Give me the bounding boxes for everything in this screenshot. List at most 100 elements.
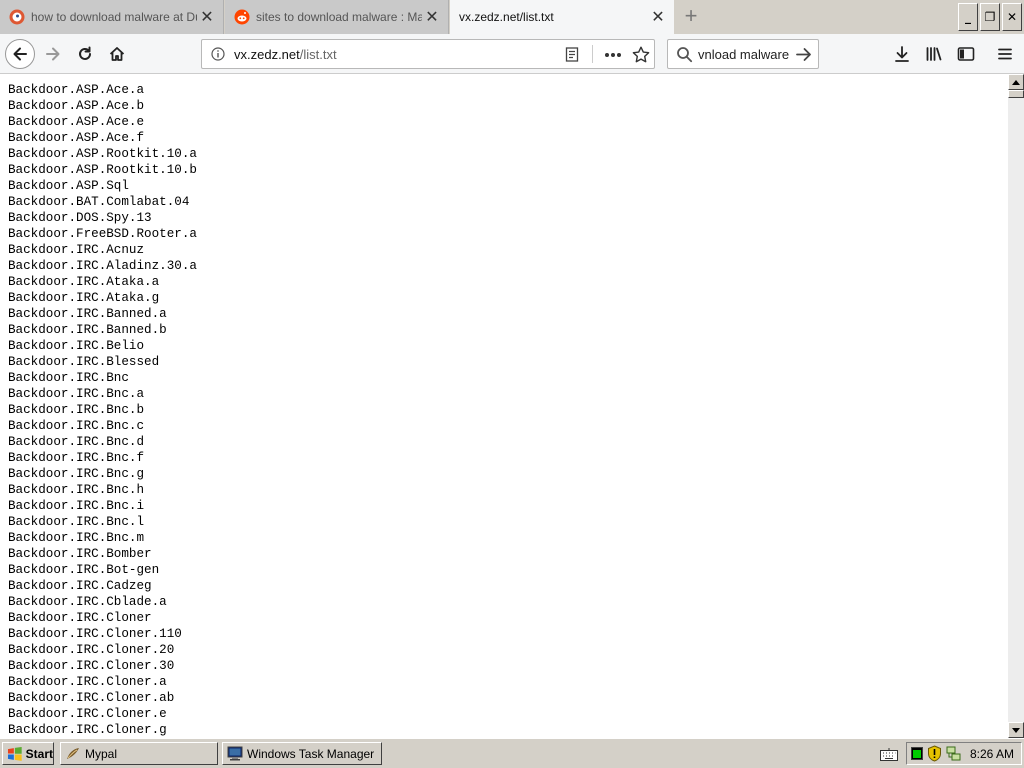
list-line: Backdoor.IRC.Bnc.b	[8, 403, 145, 417]
tab-reddit[interactable]: sites to download malware : Malware ✕	[225, 0, 449, 34]
close-tab-icon[interactable]: ✕	[197, 7, 217, 27]
scroll-down-button[interactable]	[1008, 722, 1024, 738]
search-bar[interactable]: vnload malware	[667, 39, 819, 69]
tab-list-txt[interactable]: vx.zedz.net/list.txt ✕	[450, 0, 674, 34]
task-manager-icon	[227, 746, 243, 761]
list-line: Backdoor.IRC.Cadzeg	[8, 579, 152, 593]
list-line: Backdoor.IRC.Bnc.f	[8, 451, 145, 465]
list-line: Backdoor.IRC.Bnc.c	[8, 419, 145, 433]
library-button[interactable]	[919, 39, 949, 69]
list-line: Backdoor.IRC.Cblade.a	[8, 595, 167, 609]
scroll-up-arrow-icon	[1012, 79, 1020, 85]
list-line: Backdoor.IRC.Cloner	[8, 611, 152, 625]
hamburger-menu-icon	[998, 48, 1012, 60]
downloads-button[interactable]	[887, 39, 917, 69]
page-actions-icon[interactable]	[604, 52, 622, 58]
sidebar-icon	[957, 47, 975, 61]
reload-icon	[79, 46, 91, 60]
reddit-icon	[234, 9, 250, 25]
cpu-meter-icon[interactable]	[911, 747, 923, 760]
security-shield-icon[interactable]	[927, 745, 942, 762]
list-line: Backdoor.ASP.Sql	[8, 179, 129, 193]
list-line: Backdoor.IRC.Bot-gen	[8, 563, 160, 577]
forward-arrow-icon	[46, 47, 60, 61]
restore-button[interactable]: ❐	[980, 3, 1000, 31]
list-line: Backdoor.IRC.Bnc.g	[8, 467, 145, 481]
list-line: Backdoor.IRC.Bnc.m	[8, 531, 145, 545]
scroll-down-arrow-icon	[1012, 727, 1020, 733]
list-line: Backdoor.IRC.Cloner.g	[8, 723, 167, 737]
start-label: Start	[25, 746, 53, 761]
taskbar: Start Mypal Windows Task Manager 8:26 AM	[0, 738, 1024, 768]
scroll-up-button[interactable]	[1008, 74, 1024, 90]
taskbar-item-mypal[interactable]: Mypal	[60, 742, 218, 765]
list-line: Backdoor.FreeBSD.Rooter.a	[8, 227, 197, 241]
list-line: Backdoor.IRC.Acnuz	[8, 243, 145, 257]
download-icon	[895, 46, 909, 62]
text-listing: Backdoor.ASP.Ace.a Backdoor.ASP.Ace.b Back…	[0, 74, 1008, 738]
list-line: Backdoor.IRC.Cloner.e	[8, 707, 167, 721]
url-text: vx.zedz.net/list.txt	[234, 47, 337, 62]
list-line: Backdoor.DOS.Spy.13	[8, 211, 152, 225]
forward-button[interactable]	[38, 39, 68, 69]
tab-title: how to download malware at DuckDuckGo	[31, 10, 197, 24]
list-line: Backdoor.IRC.Cloner.20	[8, 643, 175, 657]
new-tab-button[interactable]: +	[680, 5, 702, 28]
taskbar-item-label: Mypal	[85, 746, 118, 761]
start-button[interactable]: Start	[2, 742, 54, 765]
url-domain: vx.zedz.net	[234, 47, 300, 62]
list-line: Backdoor.ASP.Rootkit.10.a	[8, 147, 197, 161]
search-input[interactable]: vnload malware	[698, 47, 789, 62]
taskbar-item-label: Windows Task Manager	[247, 746, 375, 761]
duckduckgo-icon	[9, 9, 25, 25]
list-line: Backdoor.IRC.Bomber	[8, 547, 152, 561]
list-line: Backdoor.IRC.Blessed	[8, 355, 160, 369]
list-line: Backdoor.IRC.Banned.a	[8, 307, 167, 321]
menu-button[interactable]	[990, 39, 1020, 69]
keyboard-icon[interactable]	[880, 748, 898, 761]
back-arrow-icon	[13, 47, 27, 61]
list-line: Backdoor.ASP.Ace.a	[8, 83, 145, 97]
list-line: Backdoor.IRC.Banned.b	[8, 323, 167, 337]
vertical-scrollbar[interactable]	[1008, 74, 1024, 738]
reload-button[interactable]	[70, 39, 100, 69]
list-line: Backdoor.IRC.Ataka.a	[8, 275, 160, 289]
list-line: Backdoor.IRC.Cloner.ab	[8, 691, 175, 705]
navigation-toolbar: vx.zedz.net/list.txt vnload malware	[0, 34, 1024, 74]
home-icon	[109, 47, 125, 61]
bookmark-star-icon[interactable]	[632, 46, 650, 63]
back-button[interactable]	[5, 39, 35, 69]
close-tab-icon[interactable]: ✕	[648, 7, 668, 27]
list-line: Backdoor.ASP.Rootkit.10.b	[8, 163, 197, 177]
address-bar[interactable]: vx.zedz.net/list.txt	[201, 39, 655, 69]
list-line: Backdoor.IRC.Belio	[8, 339, 145, 353]
list-line: Backdoor.BAT.Comlabat.04	[8, 195, 190, 209]
list-line: Backdoor.ASP.Ace.b	[8, 99, 145, 113]
list-line: Backdoor.IRC.Aladinz.30.a	[8, 259, 197, 273]
list-line: Backdoor.IRC.Bnc.a	[8, 387, 145, 401]
url-path: /list.txt	[299, 47, 337, 62]
close-tab-icon[interactable]: ✕	[422, 7, 442, 27]
list-line: Backdoor.IRC.Cloner.110	[8, 627, 182, 641]
list-line: Backdoor.IRC.Bnc.l	[8, 515, 145, 529]
network-icon[interactable]	[946, 746, 962, 762]
reader-view-icon[interactable]	[565, 47, 579, 62]
minimize-button[interactable]: _	[958, 3, 978, 31]
list-line: Backdoor.IRC.Bnc.d	[8, 435, 145, 449]
system-tray: 8:26 AM	[906, 742, 1022, 765]
scroll-thumb[interactable]	[1008, 90, 1024, 98]
home-button[interactable]	[102, 39, 132, 69]
tab-duckduckgo[interactable]: how to download malware at DuckDuckGo ✕	[0, 0, 224, 34]
tab-strip: how to download malware at DuckDuckGo ✕ …	[0, 0, 1024, 34]
close-window-button[interactable]: ✕	[1002, 3, 1022, 31]
list-line: Backdoor.IRC.Cloner.30	[8, 659, 175, 673]
list-line: Backdoor.IRC.Bnc	[8, 371, 129, 385]
mypal-icon	[67, 747, 79, 759]
list-line: Backdoor.IRC.Ataka.g	[8, 291, 160, 305]
sidebar-button[interactable]	[951, 39, 981, 69]
page-content: Backdoor.ASP.Ace.a Backdoor.ASP.Ace.b Back…	[0, 74, 1008, 738]
taskbar-item-task-manager[interactable]: Windows Task Manager	[222, 742, 382, 765]
list-line: Backdoor.ASP.Ace.f	[8, 131, 145, 145]
search-go-arrow-icon[interactable]	[795, 46, 813, 63]
info-icon[interactable]	[211, 47, 225, 61]
